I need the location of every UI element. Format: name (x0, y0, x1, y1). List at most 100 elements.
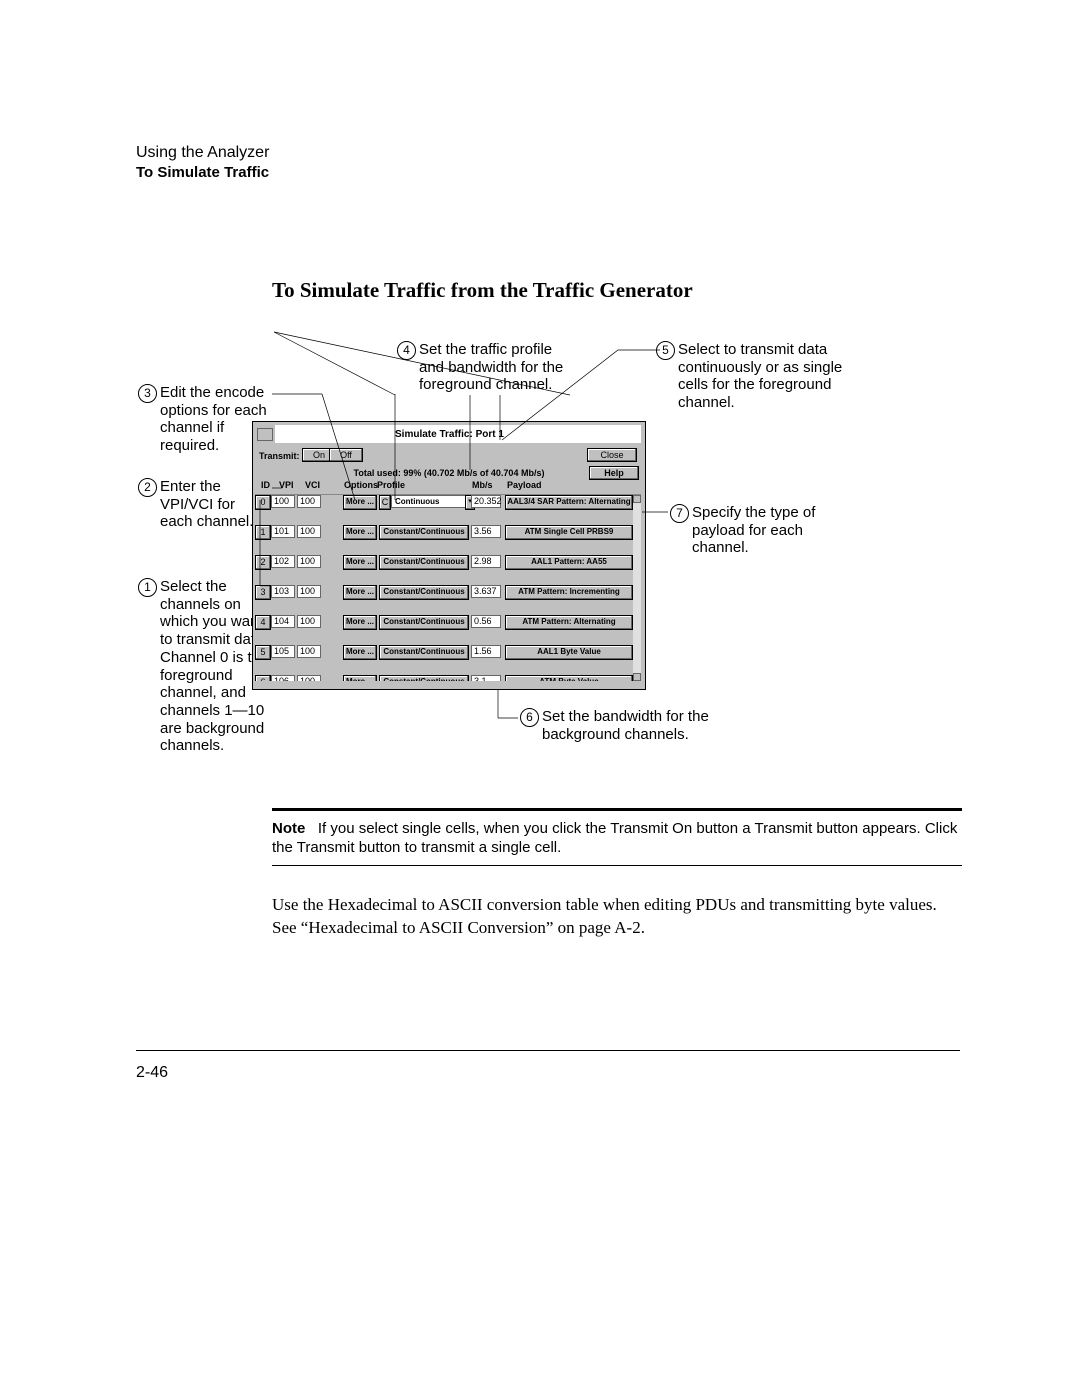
callout-5-text: Select to transmit data continuously or … (678, 341, 842, 411)
callout-num-3: 3 (138, 384, 157, 403)
vci-input[interactable]: 100 (297, 645, 321, 658)
callout-4-text: Set the traffic profile and bandwidth fo… (419, 341, 563, 393)
note-text: If you select single cells, when you cli… (272, 820, 957, 856)
callout-7-text: Specify the type of payload for each cha… (692, 504, 815, 556)
mbs-input[interactable]: 20.352 (471, 495, 501, 508)
callout-num-6: 6 (520, 708, 539, 727)
callout-num-1: 1 (138, 578, 157, 597)
table-row: 5105100 More ...Constant/Continuous1.56 AA… (255, 645, 641, 660)
profile-combo[interactable]: Continuous (391, 495, 467, 508)
more-button[interactable]: More ... (343, 645, 377, 660)
vci-input[interactable]: 100 (297, 525, 321, 538)
callout-2-text: Enter the VPI/VCI for each channel. (160, 478, 253, 530)
callout-4: 4 Set the traffic profile and bandwidth … (419, 341, 565, 394)
callout-5: 5 Select to transmit data continuously o… (678, 341, 858, 412)
vpi-input[interactable]: 103 (271, 585, 295, 598)
payload-button[interactable]: ATM Byte Value (505, 675, 633, 681)
row-id-button[interactable]: 6 (255, 675, 271, 681)
vci-input[interactable]: 100 (297, 585, 321, 598)
payload-button[interactable]: AAL3/4 SAR Pattern: Alternating (505, 495, 633, 510)
more-button[interactable]: More ... (343, 585, 377, 600)
hdr-options: Options (344, 480, 378, 490)
sys-menu-icon[interactable] (257, 428, 273, 441)
more-button[interactable]: More ... (343, 675, 377, 681)
more-button[interactable]: More ... (343, 615, 377, 630)
transmit-row: Transmit: On Off Close (257, 448, 641, 466)
profile-button[interactable]: Constant/Continuous (379, 555, 469, 570)
note-box: Note If you select single cells, when yo… (272, 808, 962, 866)
screenshot-window: Simulate Traffic: Port 1 Transmit: On Of… (252, 421, 646, 690)
mbs-input[interactable]: 0.56 (471, 615, 501, 628)
vci-input[interactable]: 100 (297, 495, 321, 508)
callout-num-4: 4 (397, 341, 416, 360)
transmit-off-button[interactable]: Off (329, 448, 363, 462)
running-header: Using the Analyzer (136, 144, 269, 162)
table-row: 3103100 More ...Constant/Continuous3.637 A… (255, 585, 641, 600)
profile-button[interactable]: Constant/Continuous (379, 525, 469, 540)
callout-num-2: 2 (138, 478, 157, 497)
hdr-profile: Profile (377, 480, 405, 490)
callout-num-7: 7 (670, 504, 689, 523)
vpi-input[interactable]: 104 (271, 615, 295, 628)
vpi-input[interactable]: 100 (271, 495, 295, 508)
more-button[interactable]: More ... (343, 495, 377, 510)
vpi-input[interactable]: 102 (271, 555, 295, 568)
more-button[interactable]: More ... (343, 555, 377, 570)
mbs-input[interactable]: 2.98 (471, 555, 501, 568)
profile-button[interactable]: Constant/Continuous (379, 585, 469, 600)
payload-button[interactable]: AAL1 Byte Value (505, 645, 633, 660)
vci-input[interactable]: 100 (297, 615, 321, 628)
more-button[interactable]: More ... (343, 525, 377, 540)
profile-c-button[interactable]: C (379, 495, 391, 510)
mbs-input[interactable]: 1.56 (471, 645, 501, 658)
profile-button[interactable]: Constant/Continuous (379, 645, 469, 660)
row-id-button[interactable]: 2 (255, 555, 271, 570)
row-id-button[interactable]: 1 (255, 525, 271, 540)
help-button[interactable]: Help (589, 466, 639, 480)
table-row: 4104100 More ...Constant/Continuous0.56 AT… (255, 615, 641, 630)
hdr-id: ID (261, 480, 270, 490)
row-id-button[interactable]: 5 (255, 645, 271, 660)
payload-button[interactable]: AAL1 Pattern: AA55 (505, 555, 633, 570)
mbs-input[interactable]: 3.1 (471, 675, 501, 681)
window-title: Simulate Traffic: Port 1 (275, 425, 641, 443)
table-row: 0100100More ...CContinuous▾20.352AAL3/4 … (255, 495, 641, 510)
table-row: 1101100 More ...Constant/Continuous3.56 AT… (255, 525, 641, 540)
vpi-input[interactable]: 105 (271, 645, 295, 658)
hdr-vpi: VPI (279, 480, 294, 490)
hdr-mbs: Mb/s (472, 480, 493, 490)
hdr-payload: Payload (507, 480, 542, 490)
table-row: 6106100 More ...Constant/Continuous3.1 ATM… (255, 675, 641, 681)
running-header-bold: To Simulate Traffic (136, 164, 269, 181)
payload-button[interactable]: ATM Pattern: Alternating (505, 615, 633, 630)
vci-input[interactable]: 100 (297, 555, 321, 568)
page-number: 2-46 (136, 1064, 168, 1082)
row-id-button[interactable]: 0 (255, 495, 271, 510)
callout-6-text: Set the bandwidth for the background cha… (542, 708, 709, 743)
transmit-label: Transmit: (259, 451, 300, 461)
mbs-input[interactable]: 3.637 (471, 585, 501, 598)
profile-button[interactable]: Constant/Continuous (379, 675, 469, 681)
profile-button[interactable]: Constant/Continuous (379, 615, 469, 630)
vci-input[interactable]: 100 (297, 675, 321, 681)
row-id-button[interactable]: 4 (255, 615, 271, 630)
body-paragraph: Use the Hexadecimal to ASCII conversion … (272, 894, 962, 940)
footer-rule (136, 1050, 960, 1051)
callout-num-5: 5 (656, 341, 675, 360)
table-body: 0100100More ...CContinuous▾20.352AAL3/4 … (255, 494, 641, 681)
mbs-input[interactable]: 3.56 (471, 525, 501, 538)
total-used-text: Total used: 99% (40.702 Mb/s of 40.704 M… (354, 468, 545, 478)
page-title: To Simulate Traffic from the Traffic Gen… (272, 278, 693, 303)
table-row: 2102100 More ...Constant/Continuous2.98 AA… (255, 555, 641, 570)
callout-7: 7 Specify the type of payload for each c… (692, 504, 852, 557)
vpi-input[interactable]: 106 (271, 675, 295, 681)
table-header: ID VPI VCI Options Profile Mb/s Payload (257, 480, 641, 493)
callout-3-text: Edit the encode options for each channel… (160, 384, 267, 454)
payload-button[interactable]: ATM Pattern: Incrementing (505, 585, 633, 600)
close-button[interactable]: Close (587, 448, 637, 462)
note-label: Note (272, 820, 305, 837)
vpi-input[interactable]: 101 (271, 525, 295, 538)
payload-button[interactable]: ATM Single Cell PRBS9 (505, 525, 633, 540)
callout-6: 6 Set the bandwidth for the background c… (542, 708, 732, 743)
row-id-button[interactable]: 3 (255, 585, 271, 600)
